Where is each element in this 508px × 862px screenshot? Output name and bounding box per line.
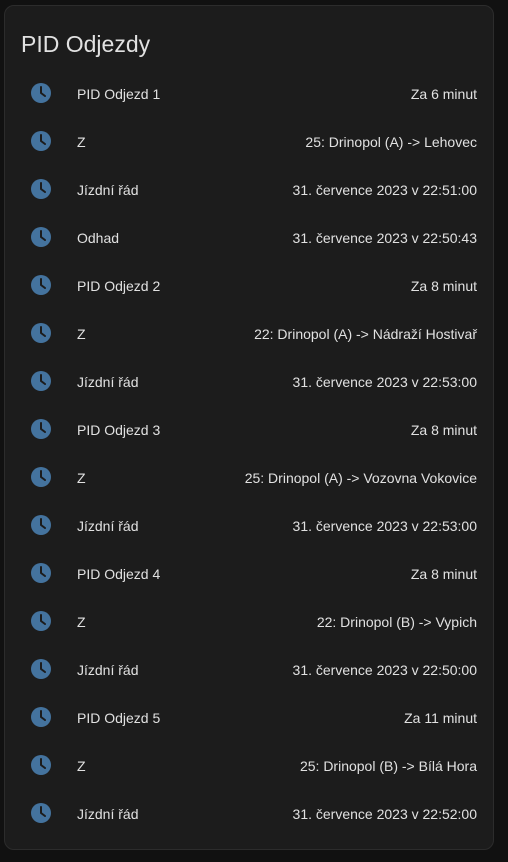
entity-list: PID Odjezd 1 Za 6 minut Z 25: Drinopol (… bbox=[5, 70, 493, 838]
entity-state: 31. července 2023 v 22:52:00 bbox=[292, 806, 477, 822]
entity-row-3[interactable]: Jízdní řád 31. července 2023 v 22:51:00 bbox=[5, 166, 493, 214]
entity-row-8[interactable]: PID Odjezd 3 Za 8 minut bbox=[5, 406, 493, 454]
clock-icon[interactable] bbox=[30, 178, 52, 200]
entity-state: Za 8 minut bbox=[410, 278, 477, 294]
entity-name[interactable]: PID Odjezd 4 bbox=[77, 565, 160, 583]
entity-name[interactable]: Jízdní řád bbox=[77, 805, 138, 823]
entity-state: 31. července 2023 v 22:53:00 bbox=[292, 518, 477, 534]
entity-name[interactable]: PID Odjezd 3 bbox=[77, 421, 160, 439]
entity-state: 25: Drinopol (A) -> Vozovna Vokovice bbox=[244, 470, 477, 486]
clock-icon[interactable] bbox=[30, 82, 52, 104]
clock-icon[interactable] bbox=[30, 802, 52, 824]
clock-icon[interactable] bbox=[30, 466, 52, 488]
entity-state: 22: Drinopol (B) -> Vypich bbox=[316, 614, 477, 630]
clock-icon[interactable] bbox=[30, 610, 52, 632]
entities-card: PID Odjezdy PID Odjezd 1 Za 6 minut Z 25… bbox=[4, 5, 494, 850]
clock-icon[interactable] bbox=[30, 130, 52, 152]
clock-icon[interactable] bbox=[30, 274, 52, 296]
entity-name[interactable]: Jízdní řád bbox=[77, 373, 138, 391]
clock-icon[interactable] bbox=[30, 514, 52, 536]
entity-row-16[interactable]: Jízdní řád 31. července 2023 v 22:52:00 bbox=[5, 790, 493, 838]
entity-row-15[interactable]: Z 25: Drinopol (B) -> Bílá Hora bbox=[5, 742, 493, 790]
entity-state: Za 8 minut bbox=[410, 566, 477, 582]
entity-row-7[interactable]: Jízdní řád 31. července 2023 v 22:53:00 bbox=[5, 358, 493, 406]
clock-icon[interactable] bbox=[30, 754, 52, 776]
entity-row-9[interactable]: Z 25: Drinopol (A) -> Vozovna Vokovice bbox=[5, 454, 493, 502]
entity-state: 31. července 2023 v 22:51:00 bbox=[292, 182, 477, 198]
entity-row-12[interactable]: Z 22: Drinopol (B) -> Vypich bbox=[5, 598, 493, 646]
clock-icon[interactable] bbox=[30, 706, 52, 728]
entity-row-2[interactable]: Z 25: Drinopol (A) -> Lehovec bbox=[5, 118, 493, 166]
clock-icon[interactable] bbox=[30, 562, 52, 584]
entity-name[interactable]: Z bbox=[77, 613, 86, 631]
entity-name[interactable]: PID Odjezd 2 bbox=[77, 277, 160, 295]
clock-icon[interactable] bbox=[30, 658, 52, 680]
clock-icon[interactable] bbox=[30, 370, 52, 392]
entity-state: Za 11 minut bbox=[404, 710, 477, 726]
entity-state: 31. července 2023 v 22:50:43 bbox=[292, 230, 477, 246]
entity-state: 31. července 2023 v 22:50:00 bbox=[292, 662, 477, 678]
entity-name[interactable]: Jízdní řád bbox=[77, 517, 138, 535]
entity-state: 22: Drinopol (A) -> Nádraží Hostivař bbox=[254, 326, 477, 342]
entity-name[interactable]: Z bbox=[77, 325, 86, 343]
card-title: PID Odjezdy bbox=[21, 31, 151, 57]
clock-icon[interactable] bbox=[30, 418, 52, 440]
entity-name[interactable]: Z bbox=[77, 133, 86, 151]
entity-name[interactable]: PID Odjezd 1 bbox=[77, 85, 160, 103]
entity-state: 31. července 2023 v 22:53:00 bbox=[292, 374, 477, 390]
entity-state: 25: Drinopol (B) -> Bílá Hora bbox=[299, 758, 477, 774]
entity-row-13[interactable]: Jízdní řád 31. července 2023 v 22:50:00 bbox=[5, 646, 493, 694]
entity-name[interactable]: Jízdní řád bbox=[77, 181, 138, 199]
clock-icon[interactable] bbox=[30, 322, 52, 344]
entity-state: 25: Drinopol (A) -> Lehovec bbox=[305, 134, 477, 150]
entity-row-14[interactable]: PID Odjezd 5 Za 11 minut bbox=[5, 694, 493, 742]
entity-name[interactable]: Z bbox=[77, 757, 86, 775]
entity-row-4[interactable]: Odhad 31. července 2023 v 22:50:43 bbox=[5, 214, 493, 262]
entity-row-5[interactable]: PID Odjezd 2 Za 8 minut bbox=[5, 262, 493, 310]
entity-row-1[interactable]: PID Odjezd 1 Za 6 minut bbox=[5, 70, 493, 118]
entity-name[interactable]: PID Odjezd 5 bbox=[77, 709, 160, 727]
entity-state: Za 6 minut bbox=[410, 86, 477, 102]
entity-name[interactable]: Odhad bbox=[77, 229, 119, 247]
entity-name[interactable]: Jízdní řád bbox=[77, 661, 138, 679]
entity-row-10[interactable]: Jízdní řád 31. července 2023 v 22:53:00 bbox=[5, 502, 493, 550]
entity-state: Za 8 minut bbox=[410, 422, 477, 438]
entity-row-11[interactable]: PID Odjezd 4 Za 8 minut bbox=[5, 550, 493, 598]
entity-row-6[interactable]: Z 22: Drinopol (A) -> Nádraží Hostivař bbox=[5, 310, 493, 358]
entity-name[interactable]: Z bbox=[77, 469, 86, 487]
clock-icon[interactable] bbox=[30, 226, 52, 248]
